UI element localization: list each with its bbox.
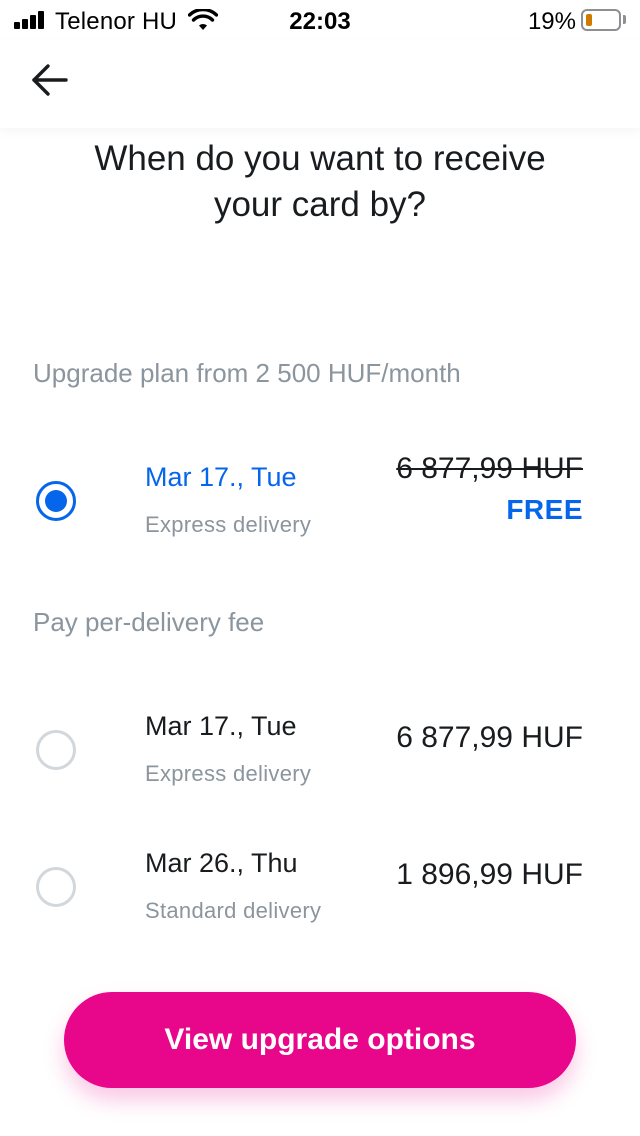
radio-unselected[interactable] — [36, 730, 76, 770]
page-title: When do you want to receive your card by… — [94, 139, 546, 224]
section-label-upgrade: Upgrade plan from 2 500 HUF/month — [33, 358, 461, 388]
option-date: Mar 26., Thu — [145, 848, 298, 878]
option-delivery-type: Standard delivery — [145, 898, 322, 923]
radio-unselected[interactable] — [36, 867, 76, 907]
delivery-option-standard[interactable]: Mar 26., Thu Standard delivery 1 896,99 … — [0, 837, 640, 947]
battery-percent: 19% — [527, 8, 576, 35]
battery-tip — [623, 15, 626, 24]
option-original-price: 6 877,99 HUF — [396, 452, 583, 485]
free-badge: FREE — [506, 494, 583, 525]
view-upgrade-options-button[interactable]: View upgrade options — [64, 992, 576, 1088]
option-price: 1 896,99 HUF — [396, 858, 583, 891]
option-date: Mar 17., Tue — [145, 462, 297, 492]
option-delivery-type: Express delivery — [145, 512, 312, 537]
option-date: Mar 17., Tue — [145, 711, 297, 741]
arrow-left-icon — [32, 64, 68, 96]
status-bar: Telenor HU 22:03 19% — [0, 0, 640, 40]
section-label-pay-per-delivery: Pay per-delivery fee — [33, 607, 265, 637]
radio-selected[interactable] — [36, 481, 76, 521]
delivery-option-express[interactable]: Mar 17., Tue Express delivery 6 877,99 H… — [0, 700, 640, 810]
delivery-option-upgrade-express[interactable]: Mar 17., Tue Express delivery 6 877,99 H… — [0, 450, 640, 560]
back-button[interactable] — [24, 56, 78, 104]
battery-icon — [581, 9, 621, 31]
battery-level — [586, 14, 592, 26]
nav-bar — [0, 40, 640, 128]
option-delivery-type: Express delivery — [145, 761, 312, 786]
option-price: 6 877,99 HUF — [396, 721, 583, 754]
